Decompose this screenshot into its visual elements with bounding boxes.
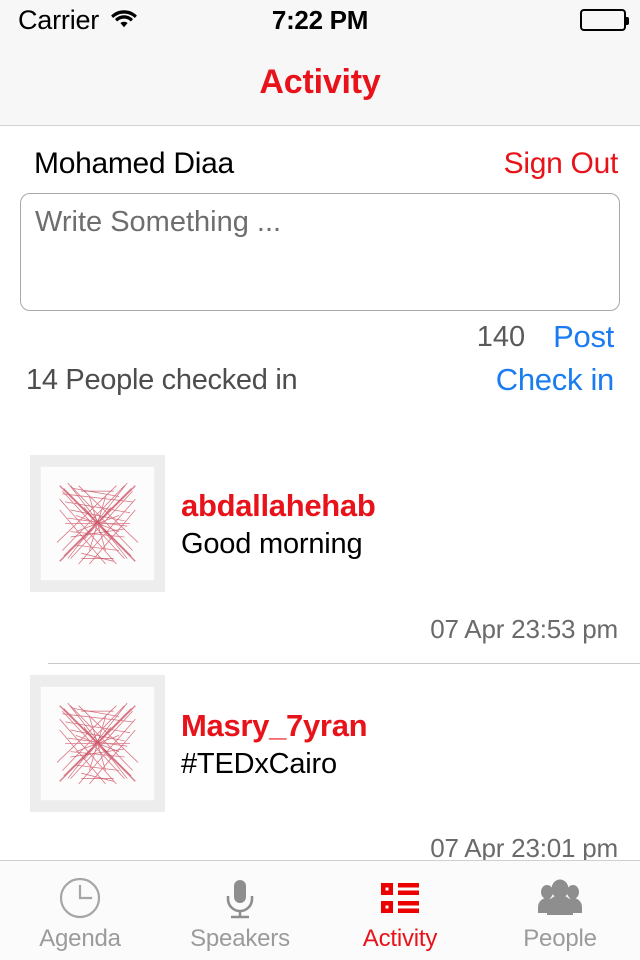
tab-speakers[interactable]: Speakers (160, 861, 320, 960)
post-timestamp: 07 Apr 23:53 pm (430, 614, 618, 644)
clock-time: 7:22 PM (271, 4, 369, 35)
tab-activity[interactable]: Activity (320, 861, 480, 960)
check-in-button[interactable]: Check in (496, 362, 615, 398)
tab-agenda[interactable]: Agenda (0, 861, 160, 960)
sign-out-button[interactable]: Sign Out (504, 147, 619, 181)
tab-label-speakers: Speakers (190, 924, 290, 952)
tab-label-activity: Activity (362, 924, 438, 952)
post-button[interactable]: Post (553, 319, 614, 355)
page-title: Activity (259, 63, 381, 101)
post-body: Masry_7yran #TEDxCairo (181, 708, 620, 781)
people-icon (537, 875, 583, 921)
compose-textarea[interactable] (20, 193, 620, 311)
current-user-name: Mohamed Diaa (34, 146, 234, 180)
tedx-x-avatar-icon (30, 675, 165, 812)
feed-post[interactable]: Masry_7yran #TEDxCairo 07 Apr 23:01 pm (0, 663, 640, 860)
post-body: abdallahehab Good morning (181, 488, 620, 561)
list-icon (377, 875, 423, 921)
status-bar-left: Carrier (18, 5, 139, 36)
post-message: Good morning (181, 527, 363, 560)
post-username[interactable]: Masry_7yran (181, 708, 620, 744)
status-bar: Carrier 7:22 PM (0, 0, 640, 40)
tab-bar: Agenda Speakers Activity People (0, 860, 640, 960)
battery-full-icon (580, 9, 629, 31)
app-screen: Carrier 7:22 PM Activity Mohamed Diaa Si… (0, 0, 640, 960)
wifi-icon (109, 6, 139, 35)
post-message: #TEDxCairo (181, 747, 337, 780)
character-counter: 140 (476, 320, 526, 353)
tab-label-people: People (523, 924, 597, 952)
carrier-label: Carrier (18, 4, 100, 35)
tab-people[interactable]: People (480, 861, 640, 960)
post-username[interactable]: abdallahehab (181, 488, 620, 524)
compose-actions: 140 Post (0, 311, 640, 355)
feed-post[interactable]: abdallahehab Good morning 07 Apr 23:53 p… (0, 444, 640, 663)
checkin-count-label: 14 People checked in (26, 363, 298, 396)
status-bar-right (580, 0, 629, 40)
compose-section: Mohamed Diaa Sign Out 140 Post 14 People… (0, 127, 640, 401)
tedx-x-avatar-icon (30, 455, 165, 592)
microphone-icon (217, 875, 263, 921)
post-timestamp: 07 Apr 23:01 pm (430, 833, 618, 860)
clock-icon (57, 875, 103, 921)
tab-label-agenda: Agenda (39, 924, 121, 952)
compose-header: Mohamed Diaa Sign Out (0, 127, 640, 185)
activity-feed[interactable]: abdallahehab Good morning 07 Apr 23:53 p… (0, 444, 640, 860)
navigation-bar: Activity (0, 40, 640, 126)
checkin-row: 14 People checked in Check in (0, 355, 640, 401)
